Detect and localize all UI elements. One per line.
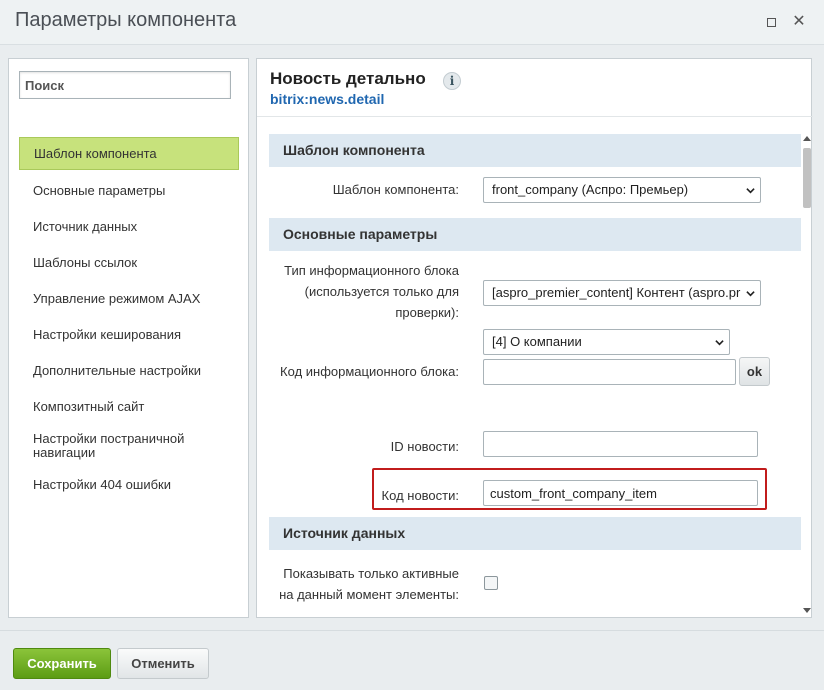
sidebar-item-label: Настройки 404 ошибки xyxy=(33,477,171,492)
component-settings-panel: Новость детально i bitrix:news.detail Ша… xyxy=(256,58,813,618)
news-id-label: ID новости: xyxy=(390,439,459,454)
iblock-select[interactable]: [4] О компании xyxy=(483,329,730,355)
sidebar-item-label: Управление режимом AJAX xyxy=(33,291,201,306)
news-code-label: Код новости: xyxy=(381,488,459,503)
sidebar-nav: Шаблон компонента Основные параметры Ист… xyxy=(19,137,239,503)
divider xyxy=(257,116,813,117)
sidebar-item-label: Настройки постраничной навигации xyxy=(33,431,185,460)
sidebar-item-pagination[interactable]: Настройки постраничной навигации xyxy=(19,425,239,467)
scrollbar-thumb[interactable] xyxy=(803,148,811,208)
chevron-down-icon xyxy=(746,188,755,194)
search-input[interactable] xyxy=(19,71,231,99)
chevron-down-icon xyxy=(715,340,724,346)
news-id-input[interactable] xyxy=(483,431,758,457)
sidebar-item-label: Настройки кеширования xyxy=(33,327,182,342)
sidebar-item-label: Композитный сайт xyxy=(33,399,145,414)
dialog-title: Параметры компонента xyxy=(15,9,237,31)
sidebar-item-template[interactable]: Шаблон компонента xyxy=(19,137,239,170)
sidebar-item-ajax[interactable]: Управление режимом AJAX xyxy=(19,281,239,317)
chevron-down-icon xyxy=(746,291,755,297)
sidebar-item-label: Дополнительные настройки xyxy=(33,363,202,378)
component-title: Новость детально xyxy=(270,69,426,88)
sidebar-item-cache[interactable]: Настройки кеширования xyxy=(19,317,239,353)
dialog-body: Шаблон компонента Основные параметры Ист… xyxy=(0,46,824,630)
settings-form: Шаблон компонента Шаблон компонента: fro… xyxy=(269,134,801,615)
label-line: на данный момент элементы: xyxy=(279,587,459,602)
iblock-code-input[interactable] xyxy=(483,359,736,385)
template-select-value: front_company (Аспро: Премьер) xyxy=(492,182,689,197)
dialog-footer: Сохранить Отменить xyxy=(0,630,824,690)
sidebar-item-main-params[interactable]: Основные параметры xyxy=(19,173,239,209)
info-icon[interactable]: i xyxy=(443,72,461,90)
sidebar-item-data-source[interactable]: Источник данных xyxy=(19,209,239,245)
sidebar-item-label: Источник данных xyxy=(33,219,138,234)
label-line: Показывать только активные xyxy=(283,566,459,581)
label-line: проверки): xyxy=(395,305,459,320)
iblock-select-value: [4] О компании xyxy=(492,334,582,349)
sidebar-item-label: Шаблон компонента xyxy=(34,145,157,161)
iblock-type-select[interactable]: [aspro_premier_content] Контент (aspro.p… xyxy=(483,280,761,306)
iblock-code-label: Код информационного блока: xyxy=(280,364,459,379)
section-heading-source: Источник данных xyxy=(269,517,801,550)
section-heading-main: Основные параметры xyxy=(269,218,801,251)
news-code-input[interactable] xyxy=(483,480,758,506)
save-button[interactable]: Сохранить xyxy=(13,648,111,679)
maximize-icon[interactable] xyxy=(763,14,779,30)
dialog-titlebar: Параметры компонента ✕ xyxy=(0,0,824,45)
iblock-type-label: Тип информационного блока (используется … xyxy=(269,260,459,323)
scroll-up-icon[interactable] xyxy=(803,136,811,141)
scrollbar[interactable] xyxy=(802,134,812,615)
sidebar-item-additional[interactable]: Дополнительные настройки xyxy=(19,353,239,389)
sidebar-item-composite[interactable]: Композитный сайт xyxy=(19,389,239,425)
scroll-down-icon[interactable] xyxy=(803,608,811,613)
active-only-label: Показывать только активные на данный мом… xyxy=(269,563,459,605)
sidebar-item-label: Шаблоны ссылок xyxy=(33,255,138,270)
label-line: (используется только для xyxy=(304,284,459,299)
active-only-checkbox[interactable] xyxy=(484,576,498,590)
template-label: Шаблон компонента: xyxy=(332,182,459,197)
sidebar-item-label: Основные параметры xyxy=(33,183,166,198)
ok-button[interactable]: ok xyxy=(739,357,770,386)
template-select[interactable]: front_company (Аспро: Премьер) xyxy=(483,177,761,203)
close-icon[interactable]: ✕ xyxy=(791,14,807,30)
sidebar-item-404[interactable]: Настройки 404 ошибки xyxy=(19,467,239,503)
section-heading-template: Шаблон компонента xyxy=(269,134,801,167)
sidebar: Шаблон компонента Основные параметры Ист… xyxy=(8,58,249,618)
cancel-button[interactable]: Отменить xyxy=(117,648,209,679)
label-line: Тип информационного блока xyxy=(284,263,459,278)
iblock-type-select-value: [aspro_premier_content] Контент (aspro.p… xyxy=(492,285,741,300)
component-code: bitrix:news.detail xyxy=(270,91,385,107)
sidebar-item-url-templates[interactable]: Шаблоны ссылок xyxy=(19,245,239,281)
